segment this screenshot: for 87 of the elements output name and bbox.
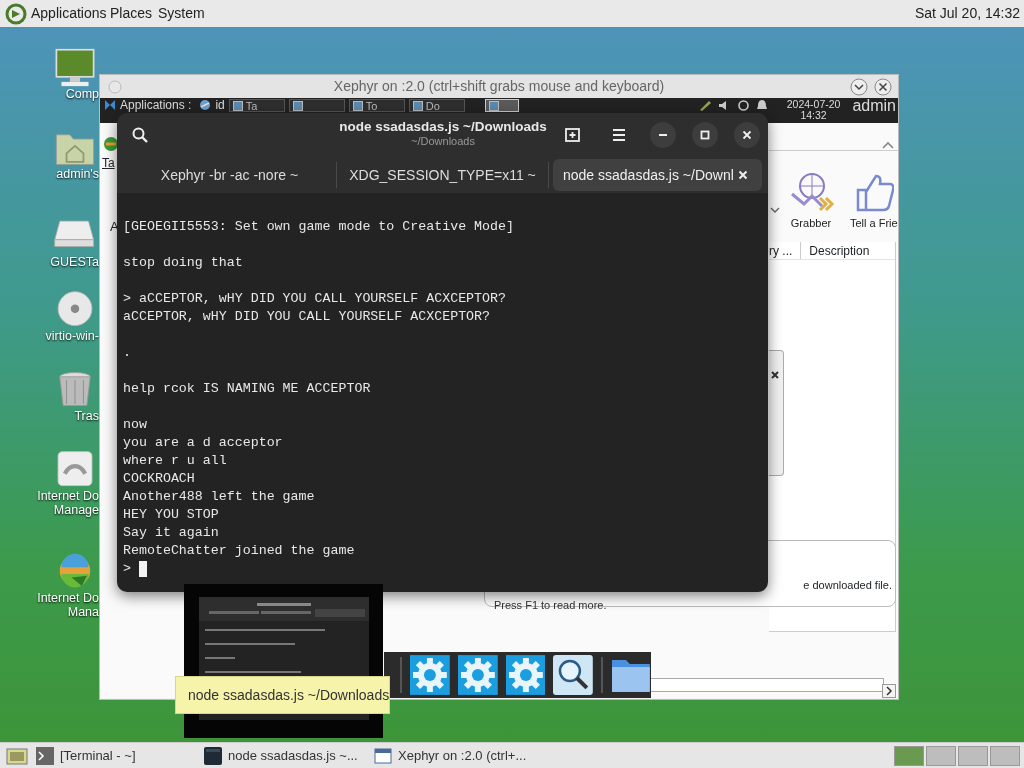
maximize-button[interactable]: [692, 122, 718, 148]
window-icon: [232, 101, 243, 111]
logo-icon[interactable]: [5, 3, 27, 25]
panel-date: 2024-07-20: [786, 99, 841, 110]
terminal-line: aCCEPTOR, wHY DID YOU CALL YOURSELF ACXCEPTOR?: [123, 308, 491, 326]
window-icon: [374, 747, 392, 765]
window-title: Xephyr on :2.0 (ctrl+shift grabs mouse and keyboard): [333, 77, 665, 96]
taskbar-button[interactable]: Xephyr on :2.0 (ctrl+...: [370, 745, 531, 767]
globe-icon[interactable]: [199, 99, 212, 111]
task-button[interactable]: Do: [408, 99, 465, 112]
launcher-label[interactable]: id: [215, 99, 225, 112]
icon-label: Mana: [67, 605, 99, 619]
terminal-line: Another488 left the game: [123, 488, 315, 506]
terminal-line: where r u all: [123, 452, 227, 470]
menu-item[interactable]: Ta: [102, 156, 115, 170]
settings-icon[interactable]: [505, 655, 546, 695]
task-button[interactable]: [288, 99, 345, 112]
terminal-line: Say it again: [123, 524, 219, 542]
terminal-line: > aCCEPTOR, wHY DID YOU CALL YOURSELF ACXCEPTOR?: [123, 290, 506, 308]
task-button[interactable]: Ta: [228, 99, 285, 112]
window-icon: [292, 101, 303, 111]
taskbar-button[interactable]: node ssadasdas.js ~...: [200, 745, 362, 767]
computer-icon[interactable]: [53, 48, 97, 87]
close-icon[interactable]: [771, 370, 779, 379]
terminal-line: you are a d acceptor: [123, 434, 283, 452]
close-button[interactable]: [734, 122, 760, 148]
terminal-line: [GEOEGII5553: Set own game mode to Creative Mode]: [123, 218, 514, 236]
icon-label: Internet Do: [37, 489, 99, 503]
search-icon[interactable]: [553, 655, 594, 695]
taskbar-button[interactable]: [Terminal - ~]: [32, 745, 140, 767]
window-icon: [488, 101, 499, 111]
icon-label: Manage: [53, 503, 99, 517]
icon-label: virtio-win-: [45, 329, 99, 343]
collapse-icon[interactable]: [882, 139, 894, 150]
folder-icon[interactable]: [611, 657, 651, 693]
terminal-tab[interactable]: Xephyr -br -ac -nore ~: [127, 159, 332, 191]
caret-icon[interactable]: [770, 205, 780, 214]
text-cursor: [139, 561, 147, 577]
search-icon: [132, 127, 148, 143]
column-header[interactable]: Description: [800, 242, 878, 259]
settings-icon[interactable]: [457, 655, 498, 695]
close-icon[interactable]: [874, 78, 892, 96]
terminal-icon: [36, 747, 54, 765]
task-button[interactable]: To: [348, 99, 405, 112]
terminal-line: HEY YOU STOP: [123, 506, 219, 524]
close-icon: [742, 130, 752, 140]
icon-label: GUESTa: [50, 255, 99, 269]
minimize-button[interactable]: [650, 122, 676, 148]
icon-label: Internet Do: [37, 591, 99, 605]
prompt: >: [123, 560, 131, 578]
menu-item[interactable]: Places: [110, 0, 153, 27]
toolbar-button[interactable]: Tell a Frie: [850, 172, 898, 232]
terminal-line: now: [123, 416, 147, 434]
column-header[interactable]: ry ...: [769, 242, 801, 259]
clock: Sat Jul 20, 14:32: [914, 4, 1020, 23]
terminal-tab[interactable]: XDG_SESSION_TYPE=x11 ~: [341, 159, 544, 191]
new-tab-icon: [565, 127, 581, 143]
panel-time: 14:32: [800, 110, 827, 121]
maximize-icon: [700, 130, 710, 140]
help-text: Press F1 to read more.: [494, 599, 607, 611]
bell-icon[interactable]: [756, 100, 767, 111]
terminal-line: help rcok IS NAMING ME ACCEPTOR: [123, 380, 371, 398]
scroll-right-icon[interactable]: [882, 683, 896, 698]
terminal-line: .: [123, 344, 131, 362]
minimize-icon[interactable]: [850, 78, 868, 96]
menu-item[interactable]: System: [158, 0, 205, 27]
tooltip: node ssadasdas.js ~/Downloads: [175, 676, 390, 714]
window-title: node ssadasdas.js ~/Downloads: [339, 119, 547, 135]
terminal-tab[interactable]: node ssadasdas.js ~/Downl: [553, 159, 762, 191]
icon-label: admin's: [56, 167, 99, 181]
icon-label: Comp: [65, 87, 99, 101]
terminal-line: RemoteChatter joined the game: [123, 542, 355, 560]
window-subtitle: ~/Downloads: [411, 135, 475, 148]
console-icon: [204, 747, 222, 765]
menu-icon: [612, 129, 626, 141]
terminal-line: COCKROACH: [123, 470, 195, 488]
menu-item[interactable]: Applications :: [120, 99, 192, 112]
terminal-line: stop doing that: [123, 254, 243, 272]
menu-item[interactable]: Applications: [31, 0, 107, 27]
toolbar-button[interactable]: Grabber: [786, 172, 836, 232]
icon-label: Tras: [74, 409, 99, 423]
desktop-icon: [6, 746, 28, 766]
window-icon: [412, 101, 423, 111]
minimize-icon: [659, 134, 667, 136]
message-text: e downloaded file.: [803, 579, 892, 591]
user-name[interactable]: admin: [852, 99, 896, 112]
window-icon: [352, 101, 363, 111]
